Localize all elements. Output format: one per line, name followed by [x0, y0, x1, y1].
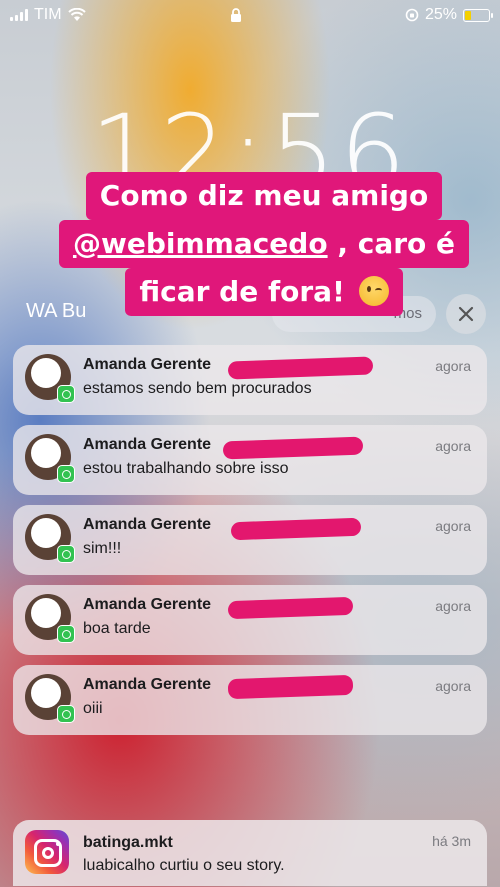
redaction-mark	[227, 596, 354, 620]
notification-time: agora	[435, 438, 471, 454]
story-caption: Como diz meu amigo @webimmacedo , caro é…	[54, 172, 474, 316]
redaction-mark	[227, 674, 354, 700]
notification-card[interactable]: Amanda Gerente agora oiii	[13, 665, 487, 735]
winking-face-icon	[358, 276, 389, 306]
caption-line-2-text: , caro é	[327, 227, 456, 260]
caption-line-2: @webimmacedo , caro é	[58, 220, 470, 268]
caption-line-3-text: ficar de fora!	[139, 275, 345, 308]
instagram-notification-card[interactable]: batinga.mkt há 3m luabicalho curtiu o se…	[13, 820, 487, 886]
whatsapp-icon	[57, 465, 75, 483]
notification-card[interactable]: Amanda Gerente agora boa tarde	[13, 585, 487, 655]
redaction-mark	[227, 356, 374, 380]
battery-icon	[463, 8, 493, 22]
notification-message: boa tarde	[83, 620, 151, 637]
caption-line-1: Como diz meu amigo	[85, 172, 443, 220]
notification-time: agora	[435, 678, 471, 694]
notification-sender: Amanda Gerente	[83, 356, 212, 373]
whatsapp-icon	[57, 545, 75, 563]
carrier-label: TIM	[34, 6, 62, 23]
notification-time: agora	[435, 358, 471, 374]
orientation-lock-icon	[405, 8, 419, 22]
notification-card[interactable]: Amanda Gerente agora sim!!!	[13, 505, 487, 575]
whatsapp-icon	[57, 705, 75, 723]
notification-sender: Amanda Gerente	[83, 676, 212, 693]
instagram-icon	[25, 830, 69, 874]
status-left: TIM	[10, 6, 86, 24]
status-right: 25%	[405, 6, 493, 24]
notification-message: luabicalho curtiu o seu story.	[83, 857, 285, 874]
notification-sender: batinga.mkt	[83, 834, 173, 851]
whatsapp-icon	[57, 625, 75, 643]
redaction-mark	[222, 436, 364, 460]
notification-time: agora	[435, 598, 471, 614]
notification-sender: Amanda Gerente	[83, 516, 212, 533]
lock-icon	[231, 8, 241, 22]
whatsapp-icon	[57, 385, 75, 403]
caption-line-3: ficar de fora!	[125, 268, 403, 316]
battery-percent: 25%	[424, 6, 457, 23]
redaction-mark	[230, 517, 362, 541]
notification-message: sim!!!	[83, 540, 122, 557]
notification-message: oiii	[83, 700, 103, 717]
notification-sender: Amanda Gerente	[83, 436, 212, 453]
notification-sender: Amanda Gerente	[83, 596, 212, 613]
notification-message: estou trabalhando sobre isso	[83, 460, 289, 477]
caption-mention: @webimmacedo	[72, 227, 328, 260]
notification-card[interactable]: Amanda Gerente agora estou trabalhando s…	[13, 425, 487, 495]
battery-level	[465, 10, 471, 20]
notification-time: agora	[435, 518, 471, 534]
wifi-icon	[67, 8, 86, 21]
notification-time: há 3m	[432, 833, 471, 849]
notification-message: estamos sendo bem procurados	[83, 380, 312, 397]
signal-bars-icon	[10, 9, 28, 21]
status-bar: TIM 25%	[0, 0, 500, 32]
notification-card[interactable]: Amanda Gerente agora estamos sendo bem p…	[13, 345, 487, 415]
